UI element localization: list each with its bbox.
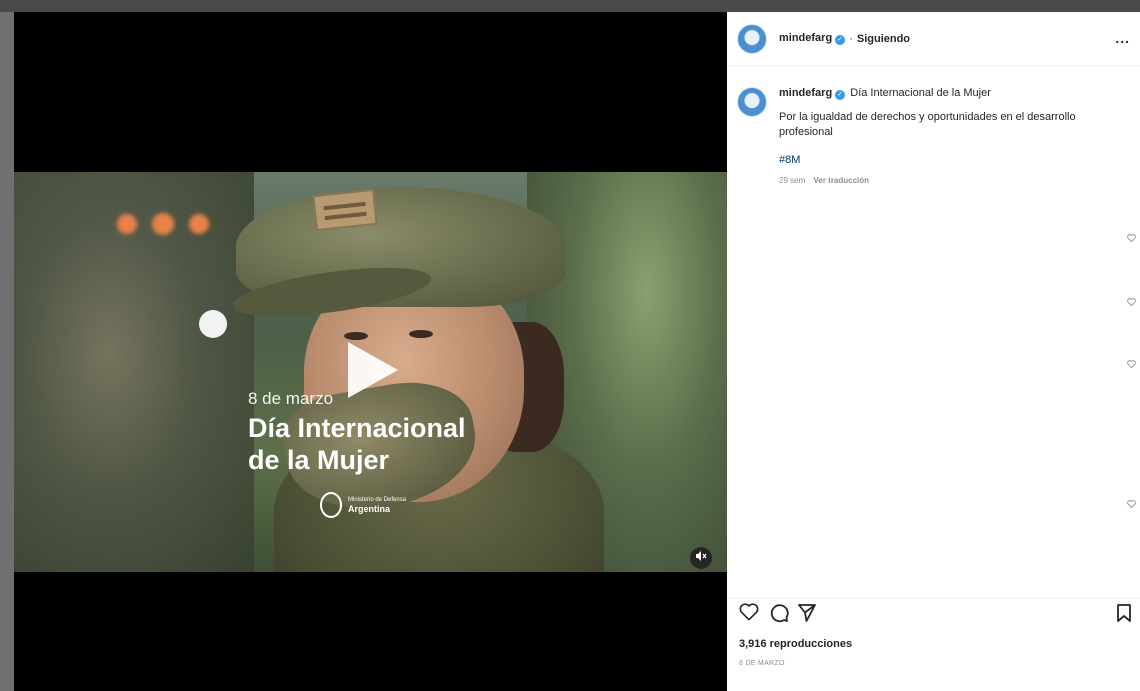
comment-like-heart-icon[interactable] <box>1127 500 1136 508</box>
caption-avatar[interactable] <box>737 87 767 117</box>
post-date[interactable]: 8 DE MARZO <box>739 660 785 667</box>
caption-text: Por la igualdad de derechos y oportunida… <box>779 111 1076 138</box>
play-icon[interactable] <box>348 342 398 398</box>
bookmark-icon[interactable] <box>1116 603 1132 623</box>
views-count[interactable]: 3,916 reproducciones <box>739 638 852 650</box>
post-header: mindefarg ✓ · Siguiendo ... <box>727 12 1140 66</box>
ministry-logo-text: Ministerio de Defensa Argentina <box>348 496 406 514</box>
video-title-line2: de la Mujer <box>248 445 390 475</box>
more-options-button[interactable]: ... <box>1115 30 1130 46</box>
verified-badge-icon: ✓ <box>835 35 846 45</box>
following-button[interactable]: Siguiendo <box>857 33 910 45</box>
share-icon[interactable] <box>797 603 817 623</box>
caption-headline: Día Internacional de la Mujer <box>850 87 991 99</box>
video-date-text: 8 de marzo <box>248 389 334 408</box>
caption-meta: 29 sem Ver traducción <box>779 176 1119 185</box>
video-title-line1: Día Internacional <box>248 413 466 443</box>
verified-badge-icon: ✓ <box>835 90 846 100</box>
comment-like-heart-icon[interactable] <box>1127 360 1136 368</box>
heart-icon[interactable] <box>739 603 759 621</box>
browser-topbar <box>0 0 1140 12</box>
caption-username[interactable]: mindefarg <box>779 87 832 99</box>
video-overlay-dot <box>199 310 227 338</box>
post-side-panel: mindefarg ✓ · Siguiendo ... mindefarg ✓ Dí… <box>727 12 1140 691</box>
comment-icon[interactable] <box>769 603 789 623</box>
header-username[interactable]: mindefarg ✓ <box>779 32 846 45</box>
ministry-logo-line2: Argentina <box>348 504 391 514</box>
video-subject-eye <box>409 330 433 338</box>
caption-body: mindefarg ✓ Día Internacional de la Mujer… <box>779 87 1119 185</box>
video-subject-cap-badge <box>312 188 378 232</box>
avatar[interactable] <box>737 23 767 54</box>
comment-like-heart-icon[interactable] <box>1127 234 1136 242</box>
post-caption: mindefarg ✓ Día Internacional de la Mujer… <box>737 87 1132 185</box>
ministry-logo-line1: Ministerio de Defensa <box>348 497 407 503</box>
video-subject-eye <box>344 332 368 340</box>
caption-hashtag[interactable]: #8M <box>779 154 1119 166</box>
header-separator: · <box>849 32 853 45</box>
translate-link[interactable]: Ver traducción <box>813 176 869 185</box>
video-player[interactable]: 8 de marzo Día Internacional de la Mujer… <box>14 172 727 572</box>
caption-header-line: mindefarg ✓ Día Internacional de la Mujer <box>779 87 1119 100</box>
post-actions-bar <box>727 598 1140 626</box>
ministry-logo: Ministerio de Defensa Argentina <box>320 492 406 518</box>
video-title: Día Internacional de la Mujer <box>248 412 488 476</box>
video-background-lights <box>109 212 229 236</box>
ministry-seal-icon <box>320 492 342 518</box>
speaker-muted-icon <box>696 551 707 561</box>
post-modal: 8 de marzo Día Internacional de la Mujer… <box>14 12 1140 691</box>
comment-like-heart-icon[interactable] <box>1127 298 1136 306</box>
mute-button[interactable] <box>690 547 712 569</box>
caption-age[interactable]: 29 sem <box>779 176 805 185</box>
post-media[interactable]: 8 de marzo Día Internacional de la Mujer… <box>14 12 727 691</box>
